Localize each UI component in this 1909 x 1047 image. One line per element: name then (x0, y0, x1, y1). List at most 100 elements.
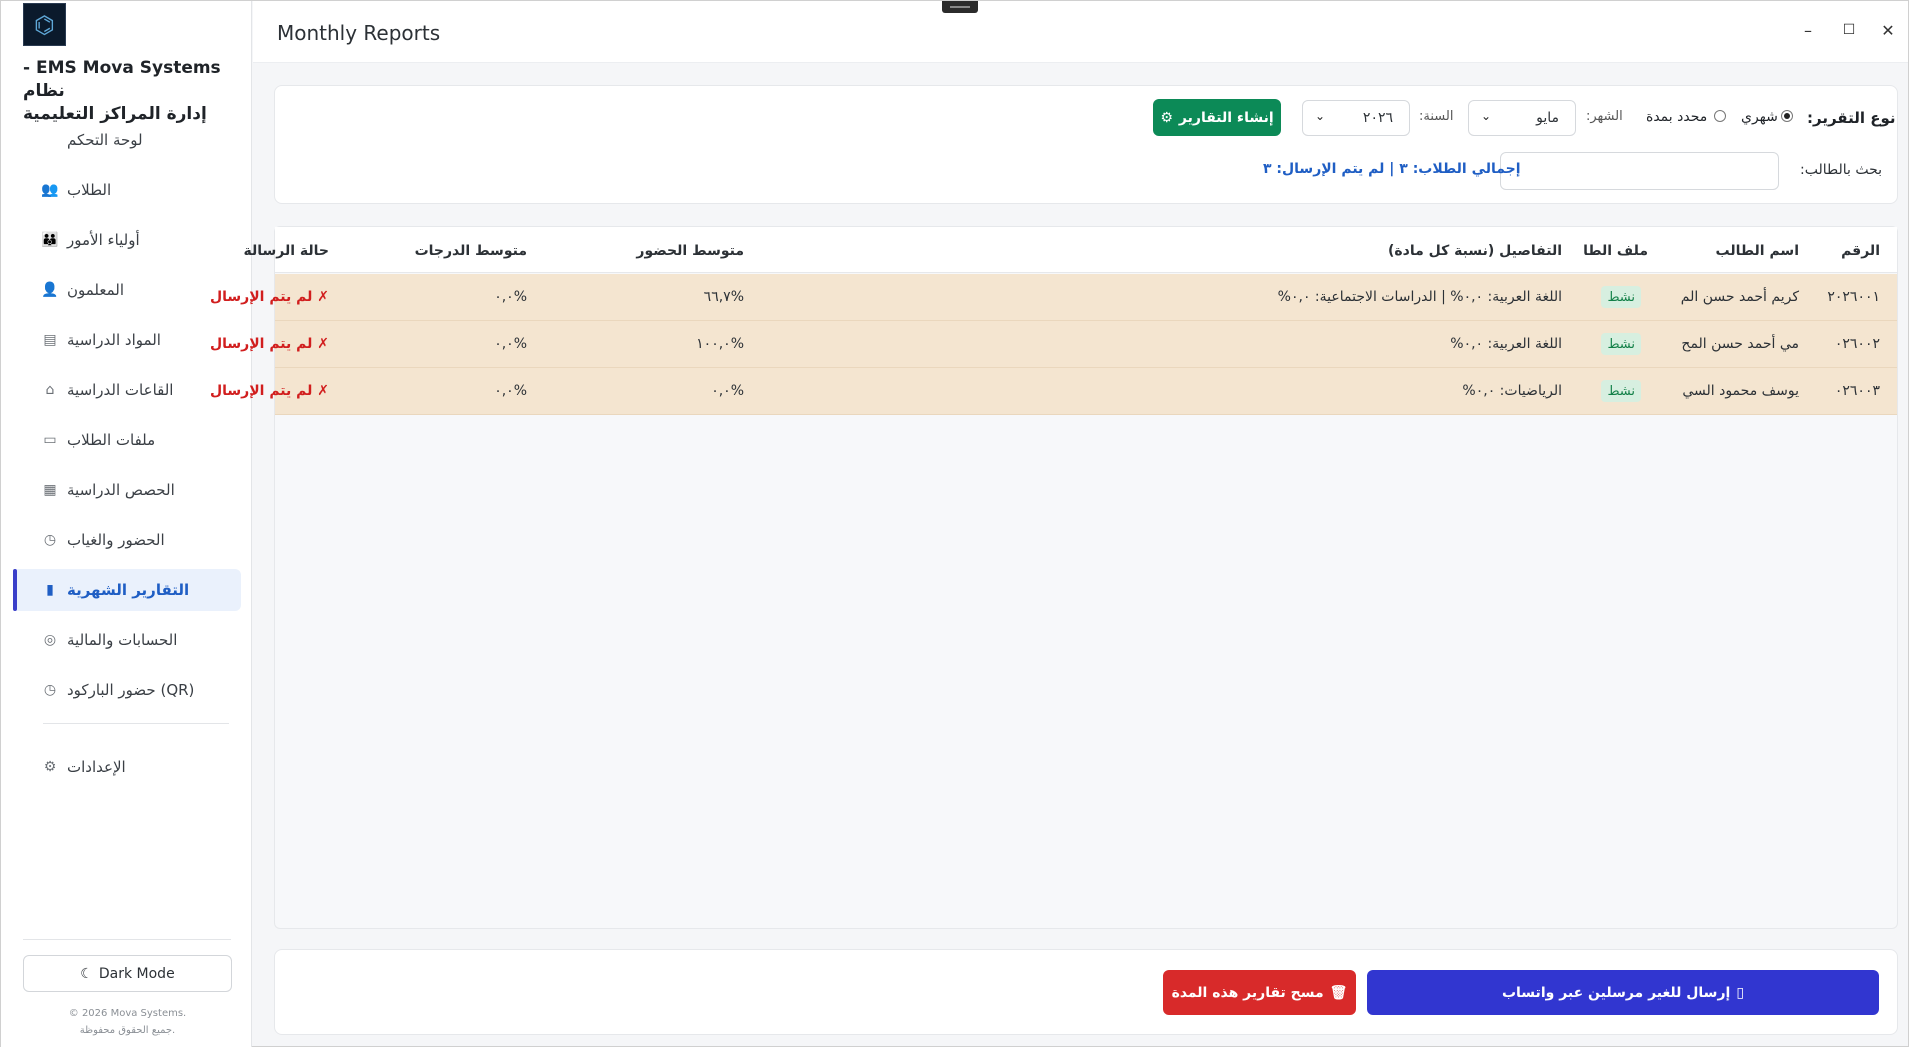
header-attendance: متوسط الحضور (636, 243, 744, 259)
year-select[interactable]: ⌄ ٢٠٢٦ (1302, 100, 1410, 136)
sidebar-nav: لوحة التحكم 👥 الطلاب 👪 أولياء الأمور 👤 المعلمو… (13, 119, 241, 796)
header-grades: متوسط الدرجات (414, 243, 527, 259)
sidebar-item-reports[interactable]: ▮ التقارير الشهرية (13, 569, 241, 611)
generate-reports-button[interactable]: إنشاء التقارير ⚙ (1153, 99, 1281, 136)
sidebar: ⌬ EMS Mova Systems - نظام إدارة المراكز … (1, 1, 252, 1047)
money-icon: ◎ (43, 632, 57, 648)
cell-attendance: %٠,٠ (711, 383, 744, 399)
header-file: ملف الطا (1583, 243, 1648, 259)
send-whatsapp-label: إرسال للغير مرسلين عبر واتساب (1501, 984, 1731, 1001)
header-name: اسم الطالب (1715, 243, 1799, 259)
sidebar-item-money[interactable]: ◎ الحسابات والمالية (13, 619, 241, 661)
phone-icon: ▯ (1736, 984, 1745, 1001)
sidebar-item-label: الحضور والغياب (67, 531, 165, 549)
sidebar-item-label: أولياء الأمور (67, 231, 140, 249)
chevron-down-icon: ⌄ (1315, 109, 1326, 123)
folder-icon: ▭ (43, 432, 57, 448)
moon-icon: ☾ (80, 965, 93, 982)
cell-id: ٠٢٦٠٠٢ (1834, 336, 1880, 352)
delete-reports-button[interactable]: 🗑 مسح تقارير هذه المدة (1163, 970, 1356, 1015)
table-row[interactable]: ٠٢٦٠٠٢ مي أحمد حسن المح نشط اللغة العربية: … (210, 321, 1897, 368)
sidebar-item-label: الحسابات والمالية (67, 631, 178, 649)
cell-name: يوسف محمود السي (1682, 383, 1799, 399)
monthly-label[interactable]: شهري (1741, 109, 1778, 125)
title-bar: Monthly Reports – ☐ ✕ (253, 1, 1908, 63)
cell-id: ٢٠٢٦٠٠١ (1827, 289, 1880, 305)
page-title: Monthly Reports (277, 21, 441, 45)
cell-message-status: ✗ لم يتم الإرسال (210, 383, 329, 399)
sidebar-item-dashboard[interactable]: لوحة التحكم (13, 119, 241, 161)
cell-attendance: %١٠٠,٠ (696, 336, 744, 352)
app-title: EMS Mova Systems - نظام إدارة المراكز ال… (23, 57, 238, 126)
sidebar-item-label: لوحة التحكم (67, 131, 143, 149)
sidebar-item-label: الطلاب (67, 181, 112, 199)
maximize-button[interactable]: ☐ (1839, 20, 1859, 40)
sidebar-item-label: التقارير الشهرية (67, 581, 190, 599)
sidebar-item-students[interactable]: 👥 الطلاب (13, 169, 241, 211)
classrooms-icon: ⌂ (45, 382, 55, 398)
monthly-radio[interactable] (1781, 110, 1793, 122)
reports-icon: ▮ (46, 582, 54, 598)
trash-icon: 🗑 (1329, 984, 1348, 1001)
cell-name: كريم أحمد حسن الم (1680, 289, 1799, 305)
sidebar-item-label: الإعدادات (67, 758, 126, 776)
search-label: بحث بالطالب: (1800, 162, 1883, 178)
cell-grades: %٠,٠ (494, 336, 527, 352)
cell-id: ٠٢٦٠٠٣ (1834, 383, 1880, 399)
divider (23, 939, 231, 940)
reports-table: الرقم اسم الطالب ملف الطا التفاصيل (نسبة… (210, 226, 1898, 929)
cell-attendance: %٦٦,٧ (703, 289, 744, 305)
cell-grades: %٠,٠ (494, 383, 527, 399)
rights-line: جميع الحقوق محفوظة. (79, 1025, 176, 1036)
period-radio[interactable] (1714, 110, 1726, 122)
header-status: حالة الرسالة (243, 243, 329, 259)
sidebar-item-label: الحصص الدراسية (67, 481, 175, 499)
student-search-input[interactable] (1500, 152, 1779, 190)
cell-name: مي أحمد حسن المح (1681, 336, 1799, 352)
subjects-icon: ▤ (43, 332, 57, 348)
sidebar-item-subjects[interactable]: ▤ المواد الدراسية (13, 319, 241, 361)
sidebar-item-qr[interactable]: ◷ حضور الباركود (QR) (13, 669, 241, 711)
divider (43, 723, 229, 724)
app-logo: ⌬ (23, 3, 66, 46)
dark-mode-label: Dark Mode (98, 965, 175, 982)
cell-details: الرياضيات: ٠,٠% (1462, 383, 1562, 399)
cell-message-status: ✗ لم يتم الإرسال (210, 289, 329, 305)
sidebar-item-label: المواد الدراسية (67, 331, 161, 349)
status-badge: نشط (1601, 333, 1641, 355)
table-row[interactable]: ٠٢٦٠٠٣ يوسف محمود السي نشط الرياضيات: ٠,٠%%… (210, 368, 1897, 415)
month-select[interactable]: ⌄ مايو (1468, 100, 1576, 136)
delete-reports-label: مسح تقارير هذه المدة (1171, 984, 1324, 1001)
send-whatsapp-button[interactable]: ▯ إرسال للغير مرسلين عبر واتساب (1367, 970, 1879, 1015)
dashboard-icon (41, 131, 59, 149)
sessions-icon: ▦ (43, 482, 57, 498)
period-label[interactable]: محدد بمدة (1646, 109, 1707, 125)
report-type-label: نوع التقرير: (1807, 109, 1896, 127)
sidebar-item-parents[interactable]: 👪 أولياء الأمور (13, 219, 241, 261)
sidebar-item-label: القاعات الدراسية (67, 381, 174, 399)
status-badge: نشط (1601, 380, 1641, 402)
sidebar-item-clock[interactable]: ◷ الحضور والغياب (13, 519, 241, 561)
dark-mode-button[interactable]: ☾ Dark Mode (23, 955, 232, 992)
close-button[interactable]: ✕ (1878, 20, 1898, 40)
gear-icon: ⚙ (1160, 109, 1173, 126)
minimize-button[interactable]: – (1798, 20, 1818, 40)
chevron-down-icon: ⌄ (1481, 109, 1492, 123)
drag-handle[interactable] (942, 1, 978, 13)
sidebar-item-label: ملفات الطلاب (67, 431, 156, 449)
qr-icon: ◷ (43, 682, 57, 698)
sidebar-item-settings[interactable]: ⚙ الإعدادات (13, 746, 241, 788)
table-row[interactable]: ٢٠٢٦٠٠١ كريم أحمد حسن الم نشط اللغة العربية… (210, 274, 1897, 321)
year-value: ٢٠٢٦ (1362, 110, 1393, 126)
sidebar-item-label: المعلمون (67, 281, 125, 299)
clock-icon: ◷ (43, 532, 57, 548)
cell-grades: %٠,٠ (494, 289, 527, 305)
copyright-line: © 2026 Mova Systems. (68, 1008, 187, 1019)
sidebar-item-teachers[interactable]: 👤 المعلمون (13, 269, 241, 311)
sidebar-item-folder[interactable]: ▭ ملفات الطلاب (13, 419, 241, 461)
cell-message-status: ✗ لم يتم الإرسال (210, 336, 329, 352)
sidebar-item-sessions[interactable]: ▦ الحصص الدراسية (13, 469, 241, 511)
month-label: الشهر: (1586, 109, 1623, 124)
sidebar-item-classrooms[interactable]: ⌂ القاعات الدراسية (13, 369, 241, 411)
cell-details: اللغة العربية: ٠,٠% | الدراسات الاجتماعي… (1277, 289, 1562, 305)
